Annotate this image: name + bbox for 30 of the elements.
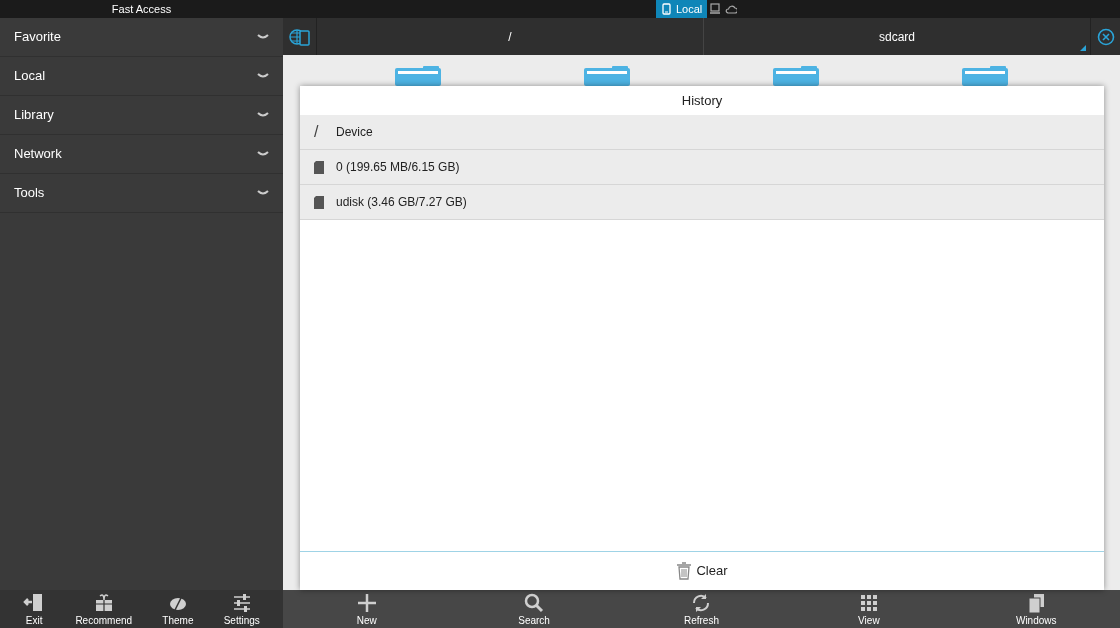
- toolbar-button[interactable]: Settings: [223, 592, 260, 626]
- toolbar-button[interactable]: Refresh: [661, 592, 742, 626]
- toolbar-button[interactable]: Search: [494, 592, 575, 626]
- history-item[interactable]: udisk (3.46 GB/7.27 GB): [300, 185, 1104, 220]
- dialog-title: History: [681, 91, 723, 110]
- toolbar-button[interactable]: Exit: [23, 592, 46, 626]
- location-tab[interactable]: Local: [656, 0, 708, 18]
- search-icon: [523, 592, 546, 614]
- plus-icon: [355, 592, 378, 614]
- folder-icon[interactable]: [771, 66, 822, 86]
- trash-icon: [676, 562, 693, 580]
- toolbar-button[interactable]: Recommend: [75, 592, 133, 626]
- history-item[interactable]: / Device: [300, 115, 1104, 150]
- phone-icon: [661, 3, 673, 15]
- toolbar-button[interactable]: Theme: [162, 592, 194, 626]
- toolbar-button[interactable]: View: [828, 592, 909, 626]
- computer-icon: [709, 3, 722, 15]
- panel-title: Fast Access: [111, 1, 172, 17]
- history-item[interactable]: 0 (199.65 MB/6.15 GB): [300, 150, 1104, 185]
- cloud-icon: [725, 3, 738, 15]
- sd-card-icon: [314, 195, 324, 209]
- folder-icon[interactable]: [392, 66, 443, 86]
- toolbar-button[interactable]: Windows: [996, 592, 1077, 626]
- corner-icon: [1080, 45, 1086, 51]
- folder-icon[interactable]: [581, 66, 632, 86]
- sd-card-icon: [314, 160, 324, 174]
- slash-icon: /: [314, 120, 324, 144]
- toolbar-button[interactable]: New: [326, 592, 407, 626]
- breadcrumb-segment[interactable]: sdcard: [704, 18, 1090, 55]
- folder-icon[interactable]: [960, 66, 1011, 86]
